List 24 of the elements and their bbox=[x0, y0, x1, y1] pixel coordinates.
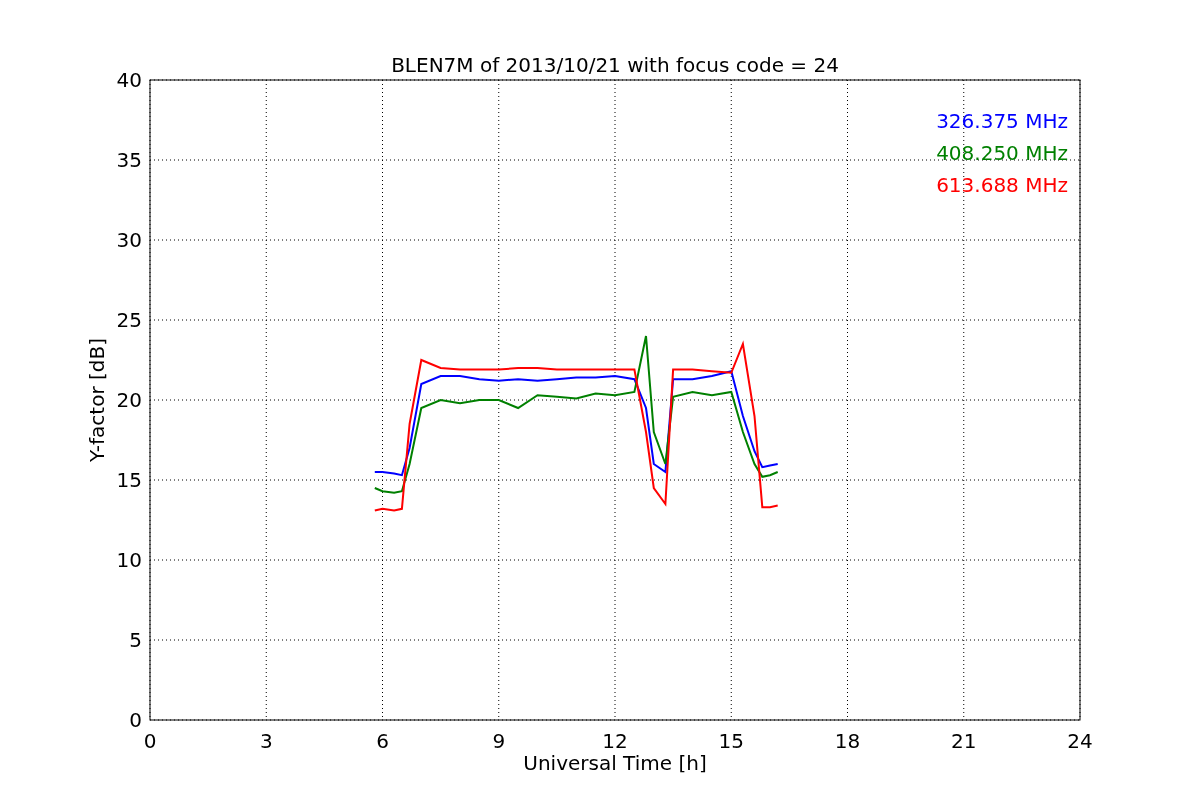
tick-label: 10 bbox=[116, 548, 142, 572]
tick-label: 18 bbox=[834, 729, 861, 753]
tick-label: 5 bbox=[129, 628, 142, 652]
tick-label: 35 bbox=[116, 148, 142, 172]
tick-label: 21 bbox=[951, 729, 977, 753]
tick-label: 12 bbox=[602, 729, 628, 753]
tick-label: 25 bbox=[116, 308, 142, 332]
tick-label: 3 bbox=[259, 729, 273, 753]
tick-label: 40 bbox=[116, 68, 142, 92]
legend-label: 408.250 MHz bbox=[936, 141, 1068, 165]
tick-label: 0 bbox=[143, 729, 157, 753]
tick-label: 9 bbox=[492, 729, 506, 753]
y-axis-label: Y-factor [dB] bbox=[85, 338, 109, 462]
tick-label: 30 bbox=[116, 228, 142, 252]
tick-label: 0 bbox=[129, 708, 142, 732]
tick-label: 24 bbox=[1067, 729, 1093, 753]
x-axis-label: Universal Time [h] bbox=[523, 751, 707, 775]
chart-title: BLEN7M of 2013/10/21 with focus code = 24 bbox=[391, 53, 839, 77]
tick-label: 20 bbox=[116, 388, 142, 412]
tick-label: 15 bbox=[116, 468, 142, 492]
tick-label: 15 bbox=[718, 729, 744, 753]
tick-label: 6 bbox=[376, 729, 389, 753]
legend-label: 326.375 MHz bbox=[936, 109, 1068, 133]
legend-label: 613.688 MHz bbox=[936, 173, 1068, 197]
